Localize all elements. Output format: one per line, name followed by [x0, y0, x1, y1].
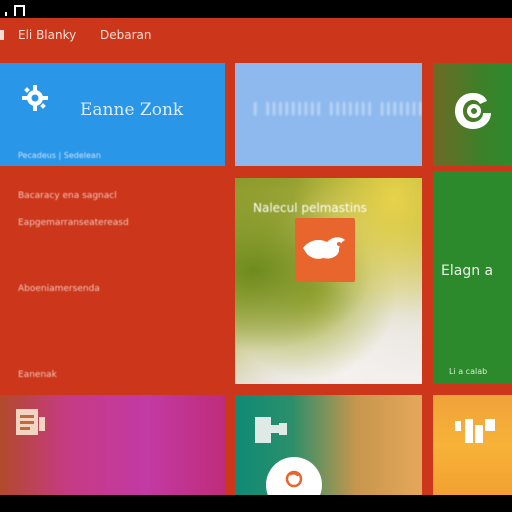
panel-line: Eanenak — [18, 370, 57, 380]
panel-line: Eapgemarranseatereasd — [18, 218, 129, 228]
screen: Eli Blanky Debaran Eanne Zonk Pecadeus |… — [0, 0, 512, 512]
tile-orange[interactable] — [433, 395, 512, 495]
panel-line: Aboeniamersenda — [18, 284, 100, 294]
tile-magenta[interactable] — [0, 395, 225, 495]
document-icon — [14, 407, 48, 437]
search-icon — [285, 470, 303, 488]
tile-blue[interactable]: Eanne Zonk Pecadeus | Sedelean — [0, 63, 225, 166]
tile-featured-title: Nalecul pelmastins — [253, 201, 367, 215]
tile-blue-title: Eanne Zonk — [80, 100, 184, 120]
nav-marker — [0, 30, 4, 40]
tile-teal[interactable] — [235, 395, 422, 495]
tile-lightblue-title: | ||||||||| ||||||| ||||||| | — [253, 101, 422, 116]
tile-green-title: Elagn a — [441, 263, 494, 279]
taskbar — [0, 495, 512, 512]
tile-darkgreen[interactable] — [433, 63, 512, 166]
tile-featured[interactable]: Nalecul pelmastins — [235, 178, 422, 384]
top-nav: Eli Blanky Debaran — [0, 26, 512, 48]
info-panel: Bacaracy ena sagnacl Eapgemarranseaterea… — [0, 178, 225, 388]
nav-item-1[interactable]: Eli Blanky — [18, 28, 76, 42]
swirl-logo-icon — [453, 89, 493, 133]
panel-line: Bacaracy ena sagnacl — [18, 191, 117, 201]
window-icon[interactable] — [5, 5, 27, 16]
tile-lightblue[interactable]: | ||||||||| ||||||| ||||||| | — [235, 63, 422, 166]
tile-green[interactable]: Elagn a Li a calab — [433, 171, 512, 384]
app-icon — [453, 417, 503, 447]
app-window: Eli Blanky Debaran Eanne Zonk Pecadeus |… — [0, 18, 512, 495]
nav-item-2[interactable]: Debaran — [100, 28, 152, 42]
bird-icon — [295, 218, 355, 282]
tile-blue-caption: Pecadeus | Sedelean — [18, 151, 101, 160]
window-titlebar — [0, 0, 512, 18]
tile-green-caption: Li a calab — [449, 367, 488, 376]
gear-logo-icon — [20, 83, 50, 113]
search-button[interactable] — [266, 457, 322, 495]
puzzle-icon — [251, 411, 291, 451]
